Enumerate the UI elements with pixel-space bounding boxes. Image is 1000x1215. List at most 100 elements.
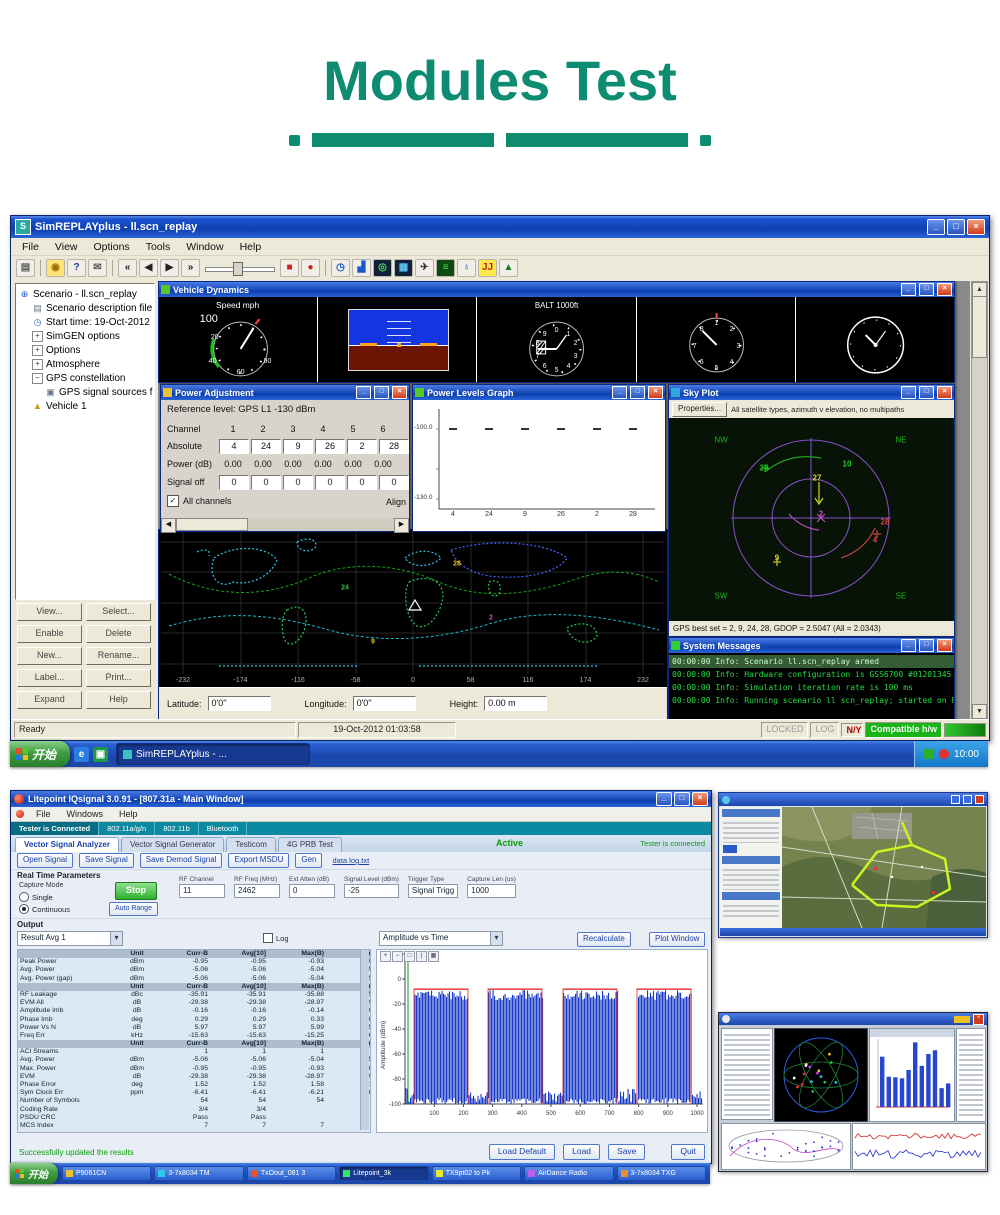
maximize-button[interactable]: □ [947, 219, 965, 235]
taskbar-item-tx9pt02-to-pk[interactable]: TX9pt02 to Pk [432, 1166, 521, 1181]
field-value[interactable]: 0 [289, 884, 335, 898]
absolute-4[interactable]: 26 [315, 439, 345, 454]
clock-icon[interactable]: ◷ [331, 259, 350, 277]
menu-item-file[interactable]: File [32, 809, 55, 819]
single-radio-row[interactable]: Single [19, 892, 53, 902]
scroll-thumb[interactable] [972, 296, 987, 358]
absolute-3[interactable]: 9 [283, 439, 313, 454]
mail-icon[interactable]: ✉ [88, 259, 107, 277]
signal-off-3[interactable]: 0 [283, 475, 313, 490]
close-button[interactable]: × [967, 219, 985, 235]
button-view[interactable]: View... [17, 603, 82, 621]
julian-icon[interactable]: JJ [478, 259, 497, 277]
result-avg-dropdown[interactable]: Result Avg 1 [17, 931, 123, 946]
taskbar-item-litepoint-3k[interactable]: Litepoint_3k [339, 1166, 428, 1181]
button-save-signal[interactable]: Save Signal [79, 853, 134, 868]
mdi-vertical-scrollbar[interactable]: ▲ ▼ [971, 281, 988, 720]
alarm-icon[interactable]: ◉ [46, 259, 65, 277]
button-expand[interactable]: Expand [17, 691, 82, 709]
search-button[interactable] [723, 845, 737, 853]
button-enable[interactable]: Enable [17, 625, 82, 643]
menu-item-tools[interactable]: Tools [139, 240, 178, 254]
table-scrollbar[interactable] [360, 950, 369, 1130]
scroll-right-arrow[interactable]: ▶ [394, 518, 409, 533]
pan-icon[interactable]: □ [404, 951, 415, 962]
analysis-accent-button[interactable] [954, 1016, 970, 1023]
scroll-up-arrow[interactable]: ▲ [972, 282, 987, 297]
single-radio[interactable] [19, 892, 29, 902]
taskbar-item-p9061cn[interactable]: P9061CN [62, 1166, 151, 1181]
vehicle-dynamics-titlebar[interactable]: Vehicle Dynamics _ □ × [159, 282, 954, 297]
button-save[interactable]: Save [608, 1144, 645, 1160]
tree-item-simgen-options[interactable]: +SimGEN options [16, 329, 154, 343]
button-delete[interactable]: Delete [86, 625, 151, 643]
taskbar-item-airdance-radio[interactable]: AirDance Radio [524, 1166, 613, 1181]
tab-4g-prb-test[interactable]: 4G PRB Test [278, 837, 342, 852]
zoom-out-icon[interactable]: − [392, 951, 403, 962]
maximize-button[interactable] [963, 795, 972, 804]
continuous-radio-row[interactable]: Continuous [19, 904, 70, 914]
signal-off-1[interactable]: 0 [219, 475, 249, 490]
stop-icon[interactable]: ■ [280, 259, 299, 277]
log-checkbox[interactable] [263, 933, 273, 943]
power-levels-graph-titlebar[interactable]: Power Levels Graph _ □ × [413, 385, 665, 400]
maximize-button[interactable]: □ [630, 386, 645, 399]
record-icon[interactable]: ● [301, 259, 320, 277]
latitude-value[interactable]: 0'0'' [208, 696, 271, 711]
ie-quicklaunch-icon[interactable]: e [74, 747, 89, 762]
close-button[interactable]: × [937, 639, 952, 652]
button-new[interactable]: New... [17, 647, 82, 665]
tree-item-atmosphere[interactable]: +Atmosphere [16, 357, 154, 371]
button-load[interactable]: Load [563, 1144, 600, 1160]
maximize-button[interactable]: □ [919, 639, 934, 652]
maximize-button[interactable]: □ [919, 386, 934, 399]
all-channels-checkbox[interactable]: ✓ [167, 495, 179, 507]
absolute-5[interactable]: 2 [347, 439, 377, 454]
tray-icon-green[interactable] [924, 749, 934, 759]
close-button[interactable]: × [392, 386, 407, 399]
menu-item-help[interactable]: Help [233, 240, 269, 254]
system-messages-titlebar[interactable]: System Messages _ □ × [669, 638, 954, 653]
menu-item-view[interactable]: View [48, 240, 85, 254]
tree-item-scenario-ll-scn-replay[interactable]: ⊕Scenario - ll.scn_replay [16, 287, 154, 301]
taskbar-item-txoout-081-3[interactable]: TxOout_081 3 [247, 1166, 336, 1181]
system-message[interactable]: 00:00:00 Info: Scenario ll.scn_replay ar… [669, 655, 954, 668]
scroll-left-arrow[interactable]: ◀ [161, 518, 176, 533]
start-button[interactable]: 开始 [10, 1163, 58, 1184]
tray-icon-red[interactable] [939, 749, 949, 759]
tree-item-gps-signal-sources-f[interactable]: ▣GPS signal sources f [16, 385, 154, 399]
system-message[interactable]: 00:00:00 Info: Simulation iteration rate… [669, 681, 954, 694]
height-value[interactable]: 0.00 m [484, 696, 547, 711]
tree-item-options[interactable]: +Options [16, 343, 154, 357]
menu-item-file[interactable]: File [15, 240, 46, 254]
menu-item-window[interactable]: Window [179, 240, 230, 254]
menu-item-options[interactable]: Options [87, 240, 137, 254]
recalculate-button[interactable]: Recalculate [577, 932, 631, 947]
button-export-msdu[interactable]: Export MSDU [228, 853, 289, 868]
minimize-button[interactable]: _ [656, 792, 672, 806]
button-print[interactable]: Print... [86, 669, 151, 687]
maximize-button[interactable]: □ [374, 386, 389, 399]
tab-vector-signal-analyzer[interactable]: Vector Signal Analyzer [15, 837, 119, 852]
power-graph-icon[interactable]: ▟ [352, 259, 371, 277]
map-icon[interactable]: ▦ [394, 259, 413, 277]
button-load-default[interactable]: Load Default [489, 1144, 555, 1160]
button-label[interactable]: Label... [17, 669, 82, 687]
taskbar-item-3-7x8034-tm[interactable]: 3-7x8034 TM [154, 1166, 243, 1181]
sky-plot-icon[interactable]: ◎ [373, 259, 392, 277]
messages-icon[interactable]: ≡ [436, 259, 455, 277]
properties-button[interactable]: Properties... [672, 402, 727, 417]
world-icon[interactable]: ♁ [457, 259, 476, 277]
litepoint-titlebar[interactable]: Litepoint IQsignal 3.0.91 - [807.31a - M… [11, 791, 711, 807]
tree-item-start-time-19-oct-2012[interactable]: ◷Start time: 19-Oct-2012 [16, 315, 154, 329]
absolute-6[interactable]: 28 [379, 439, 409, 454]
horizontal-scrollbar[interactable]: ◀ ▶ [161, 518, 409, 531]
system-message[interactable]: 00:00:00 Info: Hardware configuration is… [669, 668, 954, 681]
step-back-icon[interactable]: ◀ [139, 259, 158, 277]
stop-button[interactable]: Stop [115, 882, 157, 900]
tree-item-gps-constellation[interactable]: −GPS constellation [16, 371, 154, 385]
field-value[interactable]: 11 [179, 884, 225, 898]
tree-item-vehicle-1[interactable]: ▲Vehicle 1 [16, 399, 154, 413]
absolute-1[interactable]: 4 [219, 439, 249, 454]
minimize-button[interactable] [951, 795, 960, 804]
